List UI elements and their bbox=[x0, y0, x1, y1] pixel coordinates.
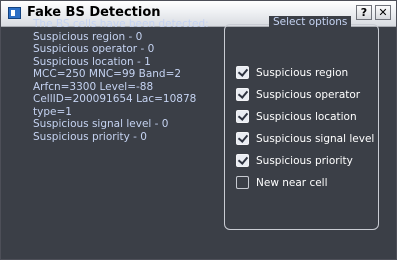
option-label[interactable]: New near cell bbox=[256, 177, 328, 189]
fake-bs-detection-window: Fake BS Detection ? ✕ The BS cells have … bbox=[0, 0, 397, 260]
checkbox-new-near-cell[interactable] bbox=[236, 176, 249, 189]
info-line-signal-level: Suspicious signal level - 0 bbox=[33, 118, 169, 130]
select-options-group bbox=[224, 24, 379, 230]
close-button[interactable]: ✕ bbox=[375, 5, 391, 20]
option-label[interactable]: Suspicious signal level bbox=[256, 133, 374, 145]
option-label[interactable]: Suspicious priority bbox=[256, 155, 353, 167]
checkbox-suspicious-location[interactable] bbox=[236, 110, 249, 123]
select-options-legend: Select options bbox=[269, 16, 352, 28]
option-suspicious-operator[interactable]: Suspicious operator bbox=[236, 87, 360, 102]
option-suspicious-signal-level[interactable]: Suspicious signal level bbox=[236, 131, 374, 146]
app-window-icon bbox=[8, 7, 21, 19]
help-button[interactable]: ? bbox=[356, 5, 372, 20]
info-line-priority: Suspicious priority - 0 bbox=[33, 130, 147, 143]
info-line-mcc-mnc-band: MCC=250 MNC=99 Band=2 bbox=[33, 68, 182, 80]
option-label[interactable]: Suspicious operator bbox=[256, 89, 360, 101]
option-suspicious-location[interactable]: Suspicious location bbox=[236, 109, 357, 124]
detection-info: The BS cells have been detected: Suspici… bbox=[33, 18, 209, 143]
option-label[interactable]: Suspicious location bbox=[256, 111, 357, 123]
info-line-header: The BS cells have been detected: bbox=[33, 18, 209, 30]
info-line-operator: Suspicious operator - 0 bbox=[33, 43, 155, 55]
info-line-type: type=1 bbox=[33, 105, 72, 118]
option-suspicious-priority[interactable]: Suspicious priority bbox=[236, 153, 353, 168]
checkbox-suspicious-priority[interactable] bbox=[236, 154, 249, 167]
option-suspicious-region[interactable]: Suspicious region bbox=[236, 65, 348, 80]
info-line-location: Suspicious location - 1 bbox=[33, 55, 151, 68]
checkbox-suspicious-operator[interactable] bbox=[236, 88, 249, 101]
info-line-arfcn-level: Arfcn=3300 Level=-88 bbox=[33, 80, 154, 93]
info-line-region: Suspicious region - 0 bbox=[33, 30, 143, 43]
checkbox-suspicious-region[interactable] bbox=[236, 66, 249, 79]
checkbox-suspicious-signal-level[interactable] bbox=[236, 132, 249, 145]
option-label[interactable]: Suspicious region bbox=[256, 67, 348, 79]
info-line-cellid-lac: CellID=200091654 Lac=10878 bbox=[33, 93, 197, 105]
option-new-near-cell[interactable]: New near cell bbox=[236, 175, 328, 190]
